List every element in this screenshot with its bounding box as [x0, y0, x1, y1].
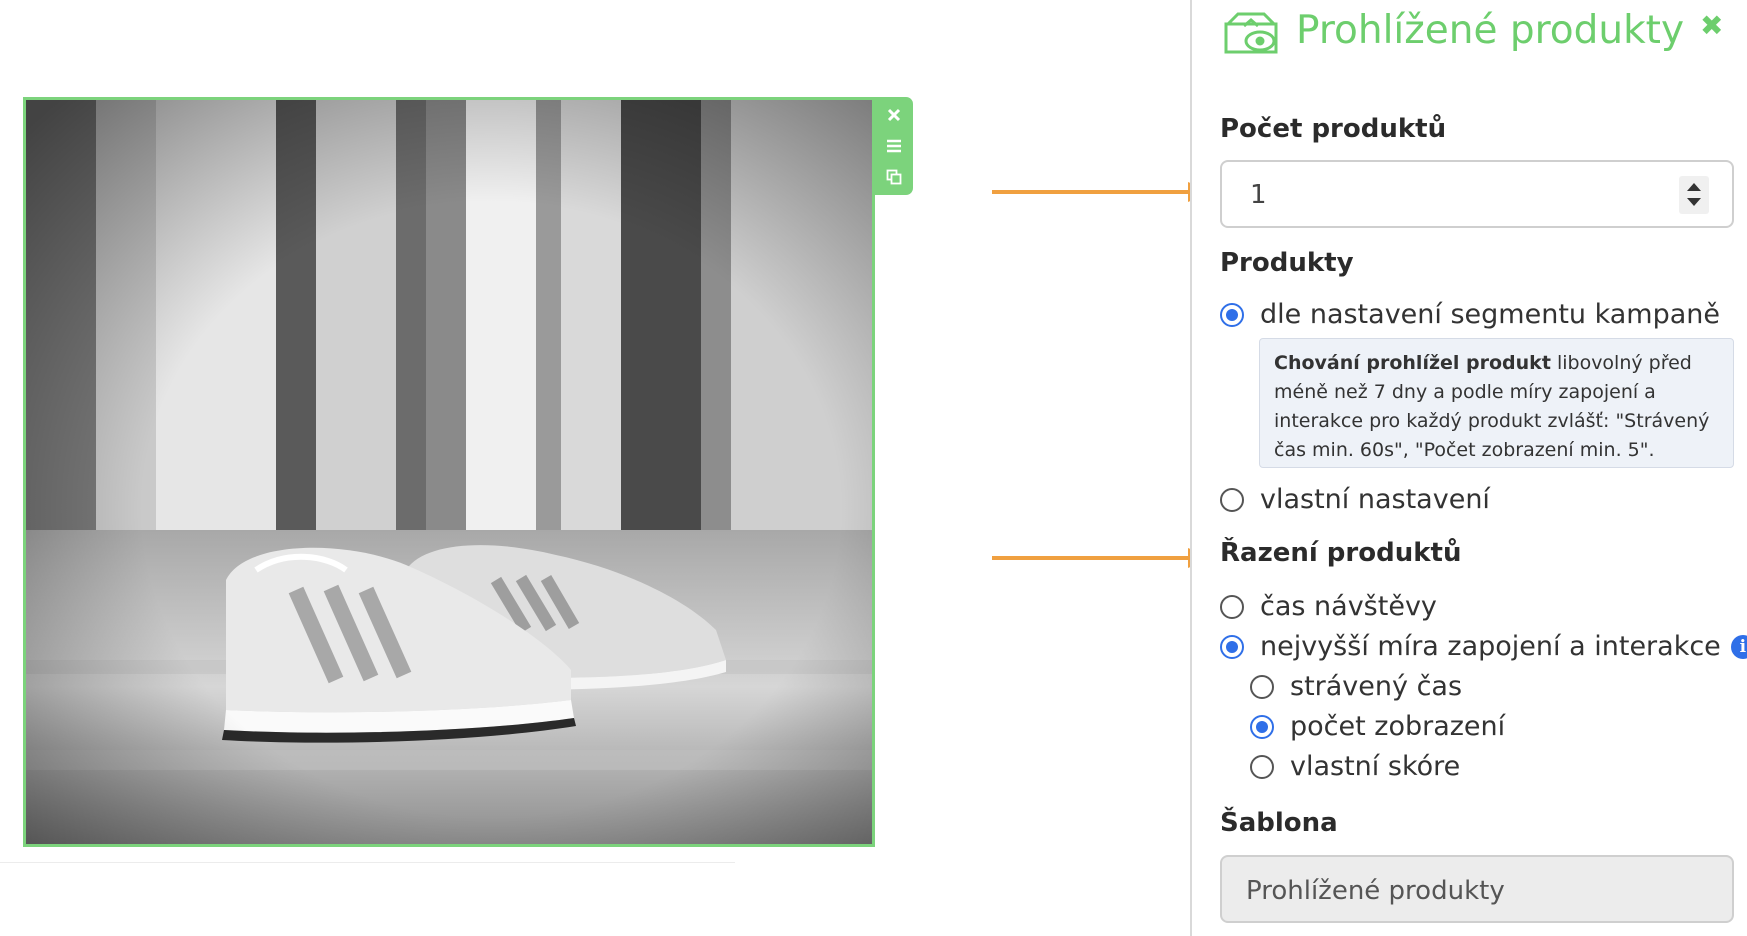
panel-header: Prohlížené produkty ✖ — [1222, 0, 1732, 70]
template-label: Šablona — [1220, 808, 1338, 838]
radio-button[interactable] — [1250, 674, 1274, 699]
radio-custom-score[interactable]: vlastní skóre — [1250, 751, 1460, 782]
radio-label: vlastní skóre — [1290, 751, 1461, 782]
radio-button[interactable] — [1250, 754, 1274, 779]
sneakers-photo — [26, 100, 872, 844]
radio-view-count[interactable]: počet zobrazení — [1250, 711, 1505, 742]
radio-campaign-segment[interactable]: dle nastavení segmentu kampaně — [1220, 299, 1720, 330]
increment-arrow-icon[interactable] — [1687, 183, 1701, 191]
drag-handle-icon[interactable] — [884, 136, 904, 156]
radio-highest-engagement[interactable]: nejvyšší míra zapojení a interakce i — [1220, 631, 1747, 662]
radio-label: počet zobrazení — [1290, 711, 1506, 742]
number-spinner[interactable] — [1679, 176, 1709, 214]
sorting-label: Řazení produktů — [1220, 538, 1462, 568]
product-count-label: Počet produktů — [1220, 114, 1447, 144]
radio-label: nejvyšší míra zapojení a interakce — [1260, 631, 1721, 662]
radio-button[interactable] — [1250, 714, 1274, 739]
info-bold-text: Chování prohlížel produkt — [1274, 352, 1551, 374]
product-count-input[interactable]: 1 — [1220, 160, 1734, 228]
template-field[interactable]: Prohlížené produkty — [1220, 855, 1734, 923]
radio-label: vlastní nastavení — [1260, 484, 1490, 515]
close-icon[interactable]: ✖ — [1700, 12, 1723, 40]
template-value: Prohlížené produkty — [1246, 876, 1505, 906]
image-block[interactable] — [23, 97, 875, 847]
info-icon[interactable]: i — [1730, 634, 1747, 659]
radio-custom-settings[interactable]: vlastní nastavení — [1220, 484, 1490, 515]
settings-panel: Prohlížené produkty ✖ Počet produktů 1 P… — [1190, 0, 1747, 936]
radio-label: strávený čas — [1290, 671, 1463, 702]
editor-canvas — [0, 0, 1212, 936]
canvas-divider — [0, 862, 735, 863]
panel-title: Prohlížené produkty — [1296, 8, 1685, 53]
radio-spent-time[interactable]: strávený čas — [1250, 671, 1462, 702]
segment-info-box: Chování prohlížel produkt libovolný před… — [1259, 338, 1734, 468]
radio-button[interactable] — [1220, 634, 1244, 659]
annotation-arrow-count — [992, 182, 1212, 202]
product-count-value: 1 — [1250, 180, 1267, 210]
remove-block-icon[interactable] — [884, 105, 904, 125]
radio-button[interactable] — [1220, 487, 1244, 512]
radio-button[interactable] — [1220, 594, 1244, 619]
products-label: Produkty — [1220, 248, 1354, 278]
radio-button[interactable] — [1220, 302, 1244, 327]
decrement-arrow-icon[interactable] — [1687, 198, 1701, 206]
block-toolbar — [875, 97, 913, 195]
viewed-products-icon — [1224, 12, 1278, 54]
annotation-arrow-sorting — [992, 548, 1212, 568]
duplicate-block-icon[interactable] — [884, 167, 904, 187]
radio-label: čas návštěvy — [1260, 591, 1437, 622]
radio-label: dle nastavení segmentu kampaně — [1260, 299, 1721, 330]
radio-visit-time[interactable]: čas návštěvy — [1220, 591, 1437, 622]
